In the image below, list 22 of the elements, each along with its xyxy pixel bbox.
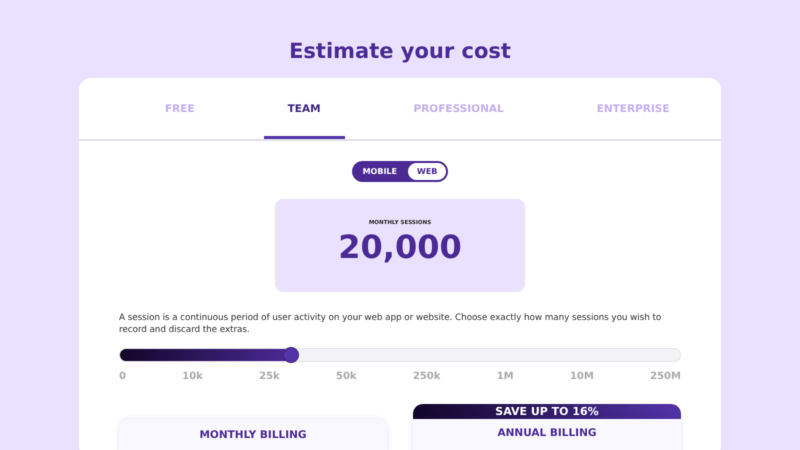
- tick-label: 1M: [496, 371, 514, 382]
- tick-label: 250M: [650, 371, 681, 382]
- platform-option[interactable]: MOBILE: [354, 163, 406, 180]
- slider-thumb[interactable]: [282, 347, 299, 363]
- billing-title: ANNUAL BILLING: [496, 427, 598, 439]
- billing-card[interactable]: MONTHLY BILLING: [119, 419, 387, 450]
- slider-track[interactable]: [119, 348, 681, 362]
- tick-label: 10M: [570, 371, 594, 382]
- plan-tab[interactable]: TEAM: [264, 78, 345, 139]
- platform-option[interactable]: WEB: [408, 163, 446, 180]
- page-title: Estimate your cost: [289, 38, 511, 64]
- session-description: A session is a continuous period of user activity on your web app or website. Choose exactly how many sessions you wish to record and discard the extras.: [119, 312, 662, 336]
- tick-label: 250k: [412, 371, 440, 382]
- tick-label: 25k: [259, 371, 280, 382]
- billing-card[interactable]: ANNUAL BILLING: [413, 419, 681, 450]
- platform-toggle[interactable]: MOBILE WEB: [352, 161, 448, 182]
- savings-banner: SAVE UP TO 16%: [413, 404, 681, 419]
- billing-title: MONTHLY BILLING: [198, 429, 308, 441]
- tick-label: 50k: [336, 371, 357, 382]
- tick-label: 0: [119, 371, 126, 382]
- sessions-value: 20,000: [338, 228, 462, 266]
- tick-label: 10k: [182, 371, 203, 382]
